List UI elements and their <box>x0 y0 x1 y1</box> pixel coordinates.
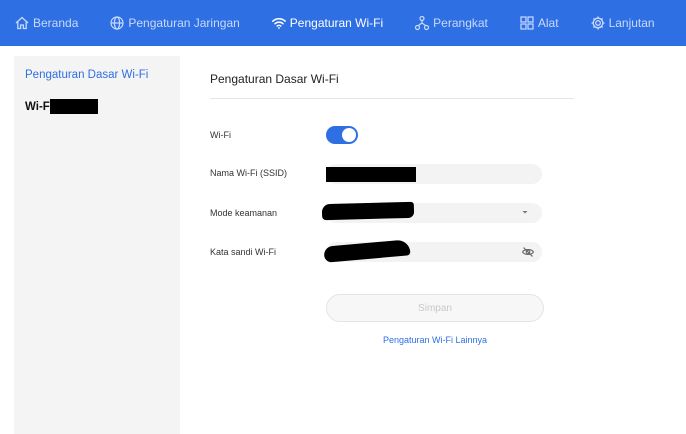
nav-item-label: Lanjutan <box>608 16 655 30</box>
nav-item-beranda[interactable]: Beranda <box>14 0 78 46</box>
toggle-knob <box>342 128 356 142</box>
nav-item-alat[interactable]: Alat <box>519 0 559 46</box>
devices-icon <box>414 15 430 31</box>
ssid-input[interactable] <box>326 164 542 184</box>
nav-item-label: Alat <box>537 16 559 30</box>
page-title: Pengaturan Dasar Wi-Fi <box>210 72 339 86</box>
wifi-icon <box>271 15 287 31</box>
sidebar: Pengaturan Dasar Wi-Fi Wi-F <box>14 56 180 434</box>
globe-icon <box>109 15 125 31</box>
gear-icon <box>590 15 606 31</box>
redaction-bar <box>321 201 415 221</box>
redaction-bar <box>326 167 416 182</box>
sidebar-item-basic-wifi[interactable]: Pengaturan Dasar Wi-Fi <box>25 69 148 81</box>
nav-item-pengaturan-wifi[interactable]: Pengaturan Wi-Fi <box>271 0 383 46</box>
redaction-block <box>49 99 98 114</box>
ssid-label: Nama Wi-Fi (SSID) <box>210 168 287 178</box>
save-button[interactable]: Simpan <box>326 294 544 322</box>
top-navigation: Beranda Pengaturan Jaringan Pengaturan W… <box>0 0 686 46</box>
redaction-bar <box>323 239 411 263</box>
nav-item-lanjutan[interactable]: Lanjutan <box>590 0 655 46</box>
wifi-toggle-label: Wi-Fi <box>210 130 231 140</box>
nav-item-perangkat[interactable]: Perangkat <box>414 0 488 46</box>
nav-item-label: Pengaturan Jaringan <box>128 16 240 30</box>
security-mode-select[interactable] <box>321 201 542 223</box>
wifi-toggle[interactable] <box>326 126 358 144</box>
sidebar-item-wifi-network[interactable]: Wi-F <box>25 99 98 114</box>
chevron-down-icon <box>522 211 528 214</box>
security-mode-label: Mode keamanan <box>210 208 278 218</box>
nav-item-label: Perangkat <box>433 16 488 30</box>
more-wifi-settings-link[interactable]: Pengaturan Wi-Fi Lainnya <box>326 335 544 345</box>
password-input[interactable] <box>323 239 542 263</box>
eye-off-icon[interactable] <box>521 245 535 259</box>
password-label: Kata sandi Wi-Fi <box>210 247 277 257</box>
nav-item-pengaturan-jaringan[interactable]: Pengaturan Jaringan <box>109 0 240 46</box>
nav-item-label: Pengaturan Wi-Fi <box>289 16 384 30</box>
divider <box>210 98 574 99</box>
sidebar-item-label: Wi-F <box>25 100 50 113</box>
tools-icon <box>519 15 535 31</box>
home-icon <box>14 15 30 31</box>
nav-item-label: Beranda <box>33 16 79 30</box>
